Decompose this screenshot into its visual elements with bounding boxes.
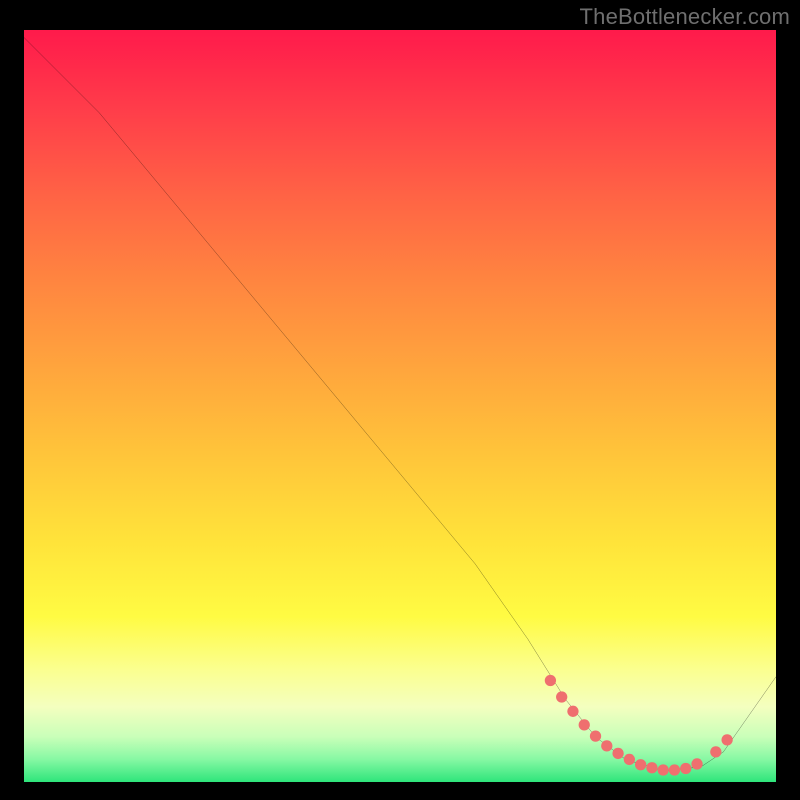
- highlight-marker: [680, 763, 691, 774]
- highlight-marker: [556, 691, 567, 702]
- highlight-marker: [579, 719, 590, 730]
- highlight-marker: [612, 748, 623, 759]
- highlight-marker: [624, 754, 635, 765]
- bottleneck-curve: [24, 38, 776, 771]
- highlight-marker: [721, 734, 732, 745]
- highlight-marker: [710, 746, 721, 757]
- highlight-marker: [590, 730, 601, 741]
- plot-area: [24, 30, 776, 782]
- highlight-marker: [635, 759, 646, 770]
- highlight-marker: [545, 675, 556, 686]
- highlight-marker: [691, 758, 702, 769]
- curve-overlay: [24, 30, 776, 782]
- chart-stage: TheBottlenecker.com: [0, 0, 800, 800]
- highlight-marker: [567, 706, 578, 717]
- attribution-text: TheBottlenecker.com: [580, 4, 790, 30]
- highlight-markers: [545, 675, 733, 776]
- highlight-marker: [646, 762, 657, 773]
- highlight-marker: [601, 740, 612, 751]
- highlight-marker: [669, 764, 680, 775]
- highlight-marker: [658, 764, 669, 775]
